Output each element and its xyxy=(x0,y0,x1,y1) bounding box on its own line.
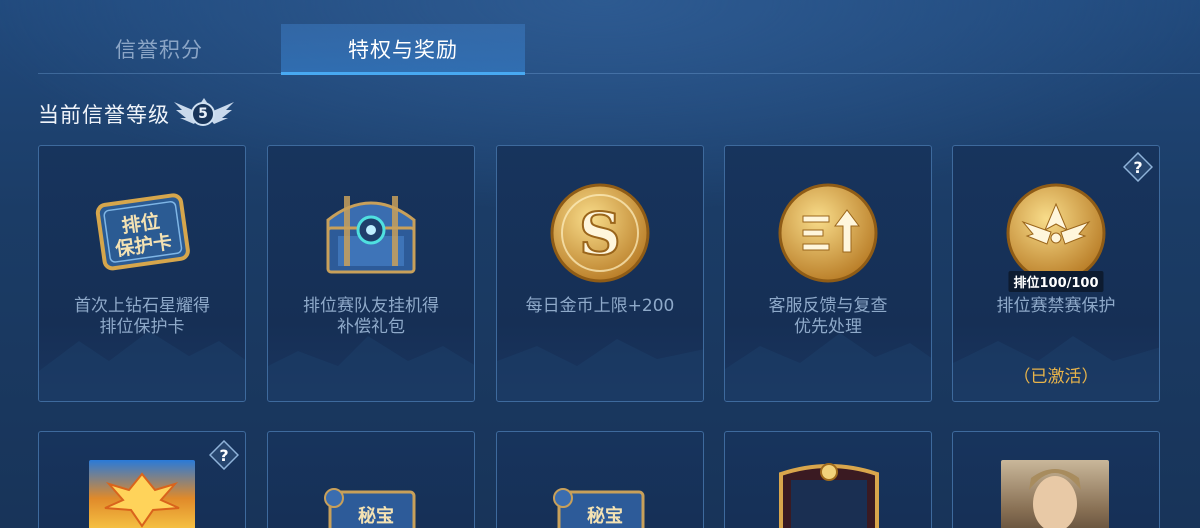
phoenix-skin-icon xyxy=(89,460,195,528)
gold-coin-icon: S xyxy=(545,178,655,288)
treasure-chest-icon xyxy=(316,178,426,288)
tab-bar: 信誉积分 特权与奖励 xyxy=(38,24,1200,75)
privilege-label: 首次上钻石星耀得 排位保护卡 xyxy=(74,296,210,337)
privilege-label: 客服反馈与复查 优先处理 xyxy=(768,296,888,337)
privilege-card-ban-protection[interactable]: ? 排位100/100 排位赛禁赛保护 （已激活） xyxy=(952,145,1160,402)
reward-card-hero[interactable] xyxy=(952,431,1160,528)
tab-privileges-rewards[interactable]: 特权与奖励 xyxy=(281,24,525,75)
svg-text:?: ? xyxy=(219,446,228,465)
avatar-frame-icon xyxy=(777,460,881,528)
rank-protection-card-icon: 排位 保护卡 xyxy=(87,178,197,288)
svg-text:S: S xyxy=(579,200,621,268)
svg-text:秘宝: 秘宝 xyxy=(358,505,394,527)
activated-status: （已激活） xyxy=(1013,367,1099,387)
privilege-label: 每日金币上限+200 xyxy=(525,296,675,316)
hero-portrait-icon xyxy=(1001,460,1109,528)
help-icon[interactable]: ? xyxy=(1122,151,1154,183)
reward-card-phoenix[interactable]: ? xyxy=(38,431,246,528)
reward-card-scroll-1[interactable]: 秘宝 xyxy=(267,431,475,528)
reward-card-frame[interactable] xyxy=(724,431,932,528)
mountain-decoration xyxy=(497,339,703,401)
current-level-title: 当前信誉等级 xyxy=(38,103,170,127)
svg-text:秘宝: 秘宝 xyxy=(587,505,623,527)
privilege-label: 排位赛禁赛保护 xyxy=(996,296,1116,316)
treasure-scroll-icon: 秘宝 xyxy=(322,476,422,528)
help-icon[interactable]: ? xyxy=(208,439,240,471)
privilege-card-gold-limit[interactable]: S 每日金币上限+200 xyxy=(496,145,704,402)
privilege-card-rank-protection[interactable]: 排位 保护卡 首次上钻石星耀得 排位保护卡 xyxy=(38,145,246,402)
level-number: 5 xyxy=(191,102,215,126)
ban-protection-icon: 排位100/100 xyxy=(1001,178,1111,292)
priority-service-icon xyxy=(773,178,883,288)
reward-card-scroll-2[interactable]: 秘宝 xyxy=(496,431,704,528)
mountain-decoration xyxy=(953,336,1159,401)
level-wing-badge-icon: 5 xyxy=(172,96,236,132)
treasure-scroll-icon: 秘宝 xyxy=(551,476,651,528)
rank-count-caption: 排位100/100 xyxy=(1008,271,1104,292)
current-level-row: 当前信誉等级 5 xyxy=(38,96,236,132)
privilege-card-afk-compensation[interactable]: 排位赛队友挂机得 补偿礼包 xyxy=(267,145,475,402)
privilege-card-priority-service[interactable]: 客服反馈与复查 优先处理 xyxy=(724,145,932,402)
tab-credit-score[interactable]: 信誉积分 xyxy=(38,24,280,73)
privilege-label: 排位赛队友挂机得 补偿礼包 xyxy=(303,296,439,337)
svg-text:?: ? xyxy=(1133,158,1142,177)
